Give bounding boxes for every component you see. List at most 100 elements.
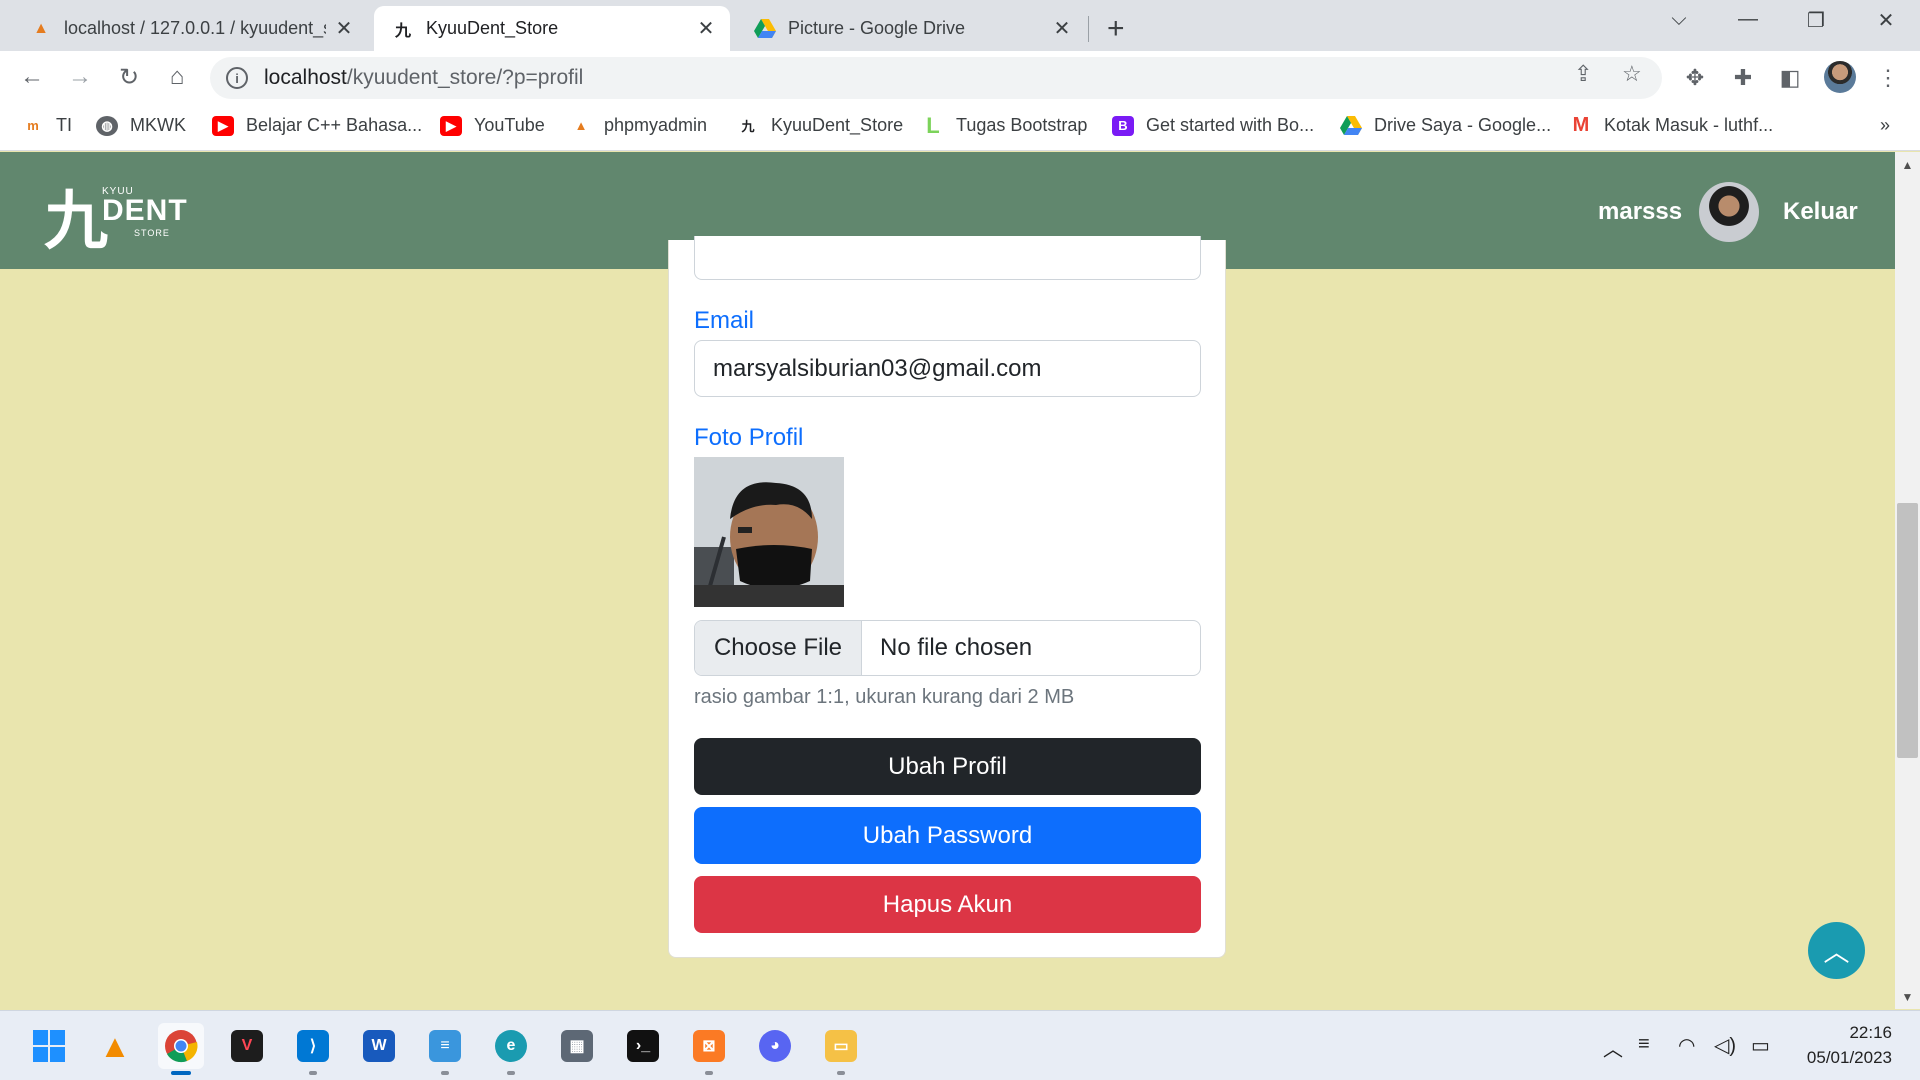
bookmarks-overflow-icon[interactable]: » xyxy=(1880,115,1890,136)
close-window-icon[interactable]: ✕ xyxy=(1866,8,1906,33)
photo-file-input[interactable]: Choose File No file chosen xyxy=(694,620,1201,676)
bookmark-gmail[interactable]: M Kotak Masuk - luthf... xyxy=(1570,114,1773,136)
choose-file-button[interactable]: Choose File xyxy=(695,621,862,675)
clock-time: 22:16 xyxy=(1849,1023,1892,1042)
taskbar-calculator[interactable]: ▦ xyxy=(554,1023,600,1069)
logout-link[interactable]: Keluar xyxy=(1783,198,1858,226)
tab-title: Picture - Google Drive xyxy=(788,18,966,38)
url-text: localhost/kyuudent_store/?p=profil xyxy=(264,66,584,89)
folder-icon: ▭ xyxy=(825,1030,857,1062)
taskbar-valorant[interactable]: V xyxy=(224,1023,270,1069)
windows-taskbar: ▲ V ⟩ W ≡ e ▦ ›_ ⊠ ◕ ▭ ︿ ≡ ◠ ◁) ▭ xyxy=(0,1010,1920,1080)
extensions-puzzle-icon[interactable]: ✚ xyxy=(1728,65,1758,91)
bootstrap-icon: B xyxy=(1112,115,1134,136)
email-label: Email xyxy=(694,307,755,334)
tab-title: KyuuDent_Store xyxy=(426,18,559,38)
profile-photo xyxy=(694,457,844,607)
scroll-up-arrow-icon[interactable]: ▲ xyxy=(1895,158,1920,172)
scrollbar-thumb[interactable] xyxy=(1897,503,1918,758)
valorant-icon: V xyxy=(231,1030,263,1062)
bookmark-youtube[interactable]: ▶ YouTube xyxy=(440,115,545,136)
bracket-icon: L xyxy=(926,112,940,138)
taskbar-clock[interactable]: 22:16 05/01/2023 xyxy=(1794,1020,1892,1070)
browser-toolbar: ← → ↻ ⌂ i localhost/kyuudent_store/?p=pr… xyxy=(0,51,1920,105)
battery-icon[interactable]: ▭ xyxy=(1751,1033,1770,1058)
delete-account-button[interactable]: Hapus Akun xyxy=(694,876,1201,933)
drive-icon xyxy=(754,18,776,40)
forward-icon[interactable]: → xyxy=(64,63,96,91)
tray-overflow-chevron-icon[interactable]: ︿ xyxy=(1603,1033,1623,1062)
previous-field-input[interactable] xyxy=(694,236,1201,280)
photo-hint-text: rasio gambar 1:1, ukuran kurang dari 2 M… xyxy=(694,686,1075,708)
tray-notes-icon[interactable]: ≡ xyxy=(1638,1033,1650,1056)
chevron-up-icon: ︿ xyxy=(1823,937,1850,967)
notepad-icon: ≡ xyxy=(429,1030,461,1062)
address-bar[interactable]: i localhost/kyuudent_store/?p=profil xyxy=(210,57,1662,99)
reload-icon[interactable]: ↻ xyxy=(113,63,145,92)
taskbar-xampp[interactable]: ⊠ xyxy=(686,1023,732,1075)
close-tab-icon[interactable]: ✕ xyxy=(1052,16,1072,41)
vlc-icon: ▲ xyxy=(99,1027,131,1064)
tab-title: localhost / 127.0.0.1 / kyuudent_s xyxy=(64,18,326,38)
tab-google-drive[interactable]: Picture - Google Drive ✕ xyxy=(736,6,1086,51)
bookmark-belajar-cpp[interactable]: ▶ Belajar C++ Bahasa... xyxy=(212,115,422,136)
terminal-icon: ›_ xyxy=(627,1030,659,1062)
bookmark-star-icon[interactable]: ☆ xyxy=(1622,61,1642,87)
taskbar-notepad[interactable]: ≡ xyxy=(422,1023,468,1075)
windows-icon xyxy=(33,1030,65,1062)
close-tab-icon[interactable]: ✕ xyxy=(334,16,354,41)
youtube-icon: ▶ xyxy=(212,115,234,136)
wifi-icon[interactable]: ◠ xyxy=(1678,1033,1695,1058)
taskbar-edge[interactable]: e xyxy=(488,1023,534,1075)
tab-search-icon[interactable]: ⌵ xyxy=(1659,8,1699,31)
taskbar-vscode[interactable]: ⟩ xyxy=(290,1023,336,1075)
taskbar-file-explorer[interactable]: ▭ xyxy=(818,1023,864,1075)
scroll-to-top-button[interactable]: ︿ xyxy=(1808,922,1865,979)
tab-divider xyxy=(1088,16,1089,42)
minimize-icon[interactable]: — xyxy=(1728,8,1768,31)
email-field[interactable]: marsyalsiburian03@gmail.com xyxy=(694,340,1201,397)
update-profile-button[interactable]: Ubah Profil xyxy=(694,738,1201,795)
scroll-down-arrow-icon[interactable]: ▼ xyxy=(1895,990,1920,1004)
taskbar-word[interactable]: W xyxy=(356,1023,402,1069)
back-icon[interactable]: ← xyxy=(16,63,48,91)
taskbar-vlc[interactable]: ▲ xyxy=(92,1023,138,1069)
drive-icon xyxy=(1340,115,1362,136)
close-tab-icon[interactable]: ✕ xyxy=(696,16,716,41)
bookmark-phpmyadmin[interactable]: ▲ phpmyadmin xyxy=(570,115,708,136)
start-button[interactable] xyxy=(26,1023,72,1069)
bookmark-ti[interactable]: m TI xyxy=(22,115,72,136)
discord-icon: ◕ xyxy=(759,1030,791,1062)
bookmarks-bar: m TI ◍ MKWK ▶ Belajar C++ Bahasa... ▶ YouTub… xyxy=(0,105,1920,151)
phpmyadmin-icon: ▲ xyxy=(574,118,588,133)
home-icon[interactable]: ⌂ xyxy=(161,63,193,91)
volume-icon[interactable]: ◁) xyxy=(1714,1033,1736,1058)
ti-icon: m xyxy=(27,118,39,133)
xampp-icon: ⊠ xyxy=(693,1030,725,1062)
bookmark-tugas-bootstrap[interactable]: L Tugas Bootstrap xyxy=(922,112,1087,138)
restore-icon[interactable]: ❐ xyxy=(1796,8,1836,33)
change-password-button[interactable]: Ubah Password xyxy=(694,807,1201,864)
menu-kebab-icon[interactable]: ⋮ xyxy=(1873,65,1903,91)
site-logo[interactable]: 九 KYUU DENT STORE xyxy=(44,178,187,259)
taskbar-chrome[interactable] xyxy=(158,1023,204,1075)
username-label[interactable]: marsss xyxy=(1598,198,1682,226)
site-info-icon[interactable]: i xyxy=(226,67,248,89)
bookmark-bootstrap[interactable]: B Get started with Bo... xyxy=(1112,115,1314,136)
bookmark-mkwk[interactable]: ◍ MKWK xyxy=(96,115,186,136)
tab-kyuudent[interactable]: 九 KyuuDent_Store ✕ xyxy=(374,6,730,51)
share-icon[interactable]: ⇪ xyxy=(1574,61,1592,87)
taskbar-discord[interactable]: ◕ xyxy=(752,1023,798,1069)
move-extension-icon[interactable]: ✥ xyxy=(1680,65,1710,91)
tab-phpmyadmin[interactable]: ▲ localhost / 127.0.0.1 / kyuudent_s ✕ xyxy=(12,6,368,51)
word-icon: W xyxy=(363,1030,395,1062)
photo-label: Foto Profil xyxy=(694,424,804,451)
new-tab-icon[interactable]: + xyxy=(1107,12,1125,46)
bookmark-drive[interactable]: Drive Saya - Google... xyxy=(1340,115,1551,136)
user-avatar[interactable] xyxy=(1699,182,1759,242)
taskbar-terminal[interactable]: ›_ xyxy=(620,1023,666,1069)
profile-avatar-icon[interactable] xyxy=(1824,61,1856,93)
vscode-icon: ⟩ xyxy=(297,1030,329,1062)
bookmark-kyuudent[interactable]: 九 KyuuDent_Store xyxy=(737,115,903,136)
side-panel-icon[interactable]: ◧ xyxy=(1775,65,1805,91)
